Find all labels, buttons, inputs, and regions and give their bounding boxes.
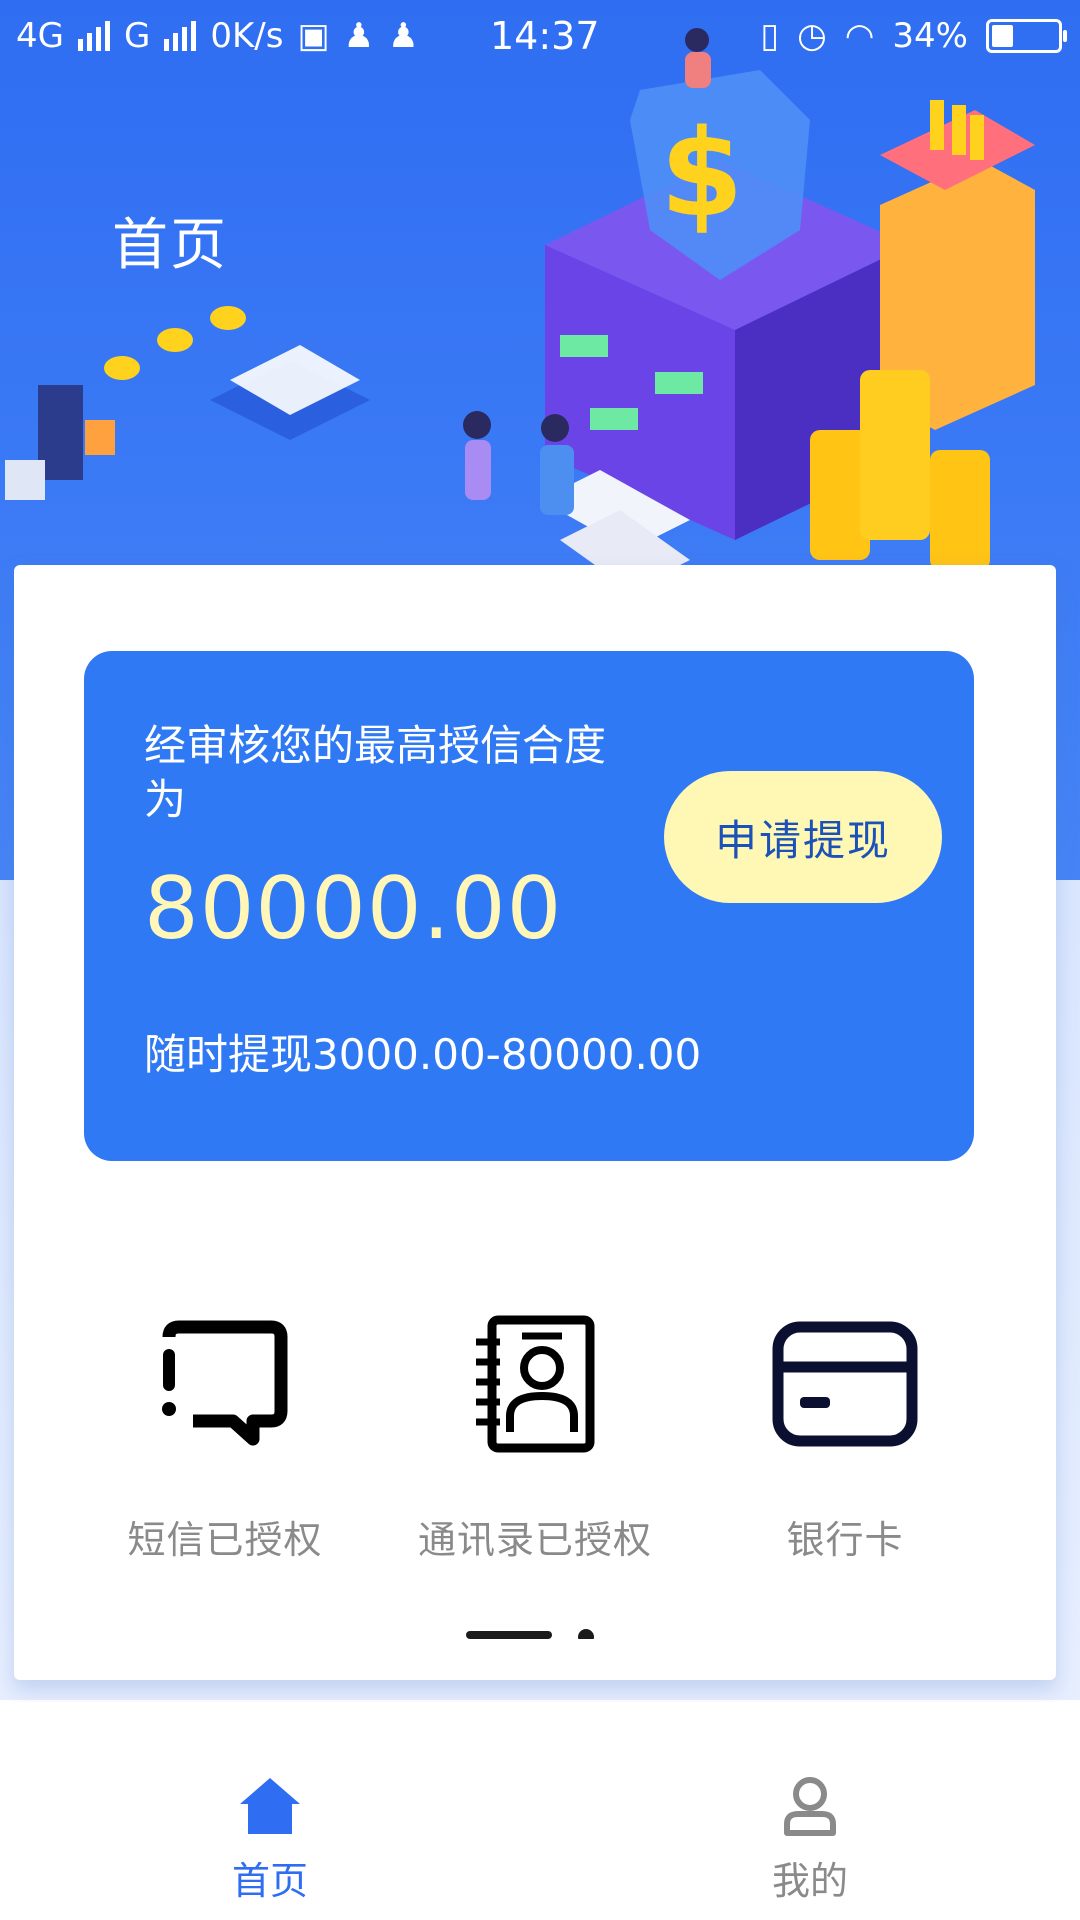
auth-item-contacts[interactable]: 通讯录已授权 [385, 1309, 685, 1599]
qq-icon-2: ♟ [388, 16, 419, 56]
network-type-1: 4G [16, 16, 64, 56]
battery-icon [986, 19, 1067, 53]
nav-home[interactable]: 首页 [170, 1776, 370, 1916]
auth-label-sms: 短信已授权 [127, 1518, 323, 1562]
content-card: 经审核您的最高授信合度为 80000.00 随时提现3000.00-80000.… [14, 565, 1056, 1680]
status-right: ▯ ◷ ◠ 34% [760, 16, 1067, 56]
auth-label-bank-card: 银行卡 [786, 1518, 904, 1562]
authorization-grid: 短信已授权 通讯录已授权 银行卡 [14, 1309, 1056, 1599]
home-icon [240, 1778, 300, 1834]
signal-icon [77, 21, 110, 51]
message-alert-icon [150, 1309, 300, 1459]
contacts-book-icon [460, 1309, 610, 1459]
alarm-icon: ◷ [797, 16, 827, 56]
next-row-icon [466, 1629, 594, 1639]
status-left: 4G G 0K/s ▣ ♟ ♟ [16, 16, 419, 56]
network-speed: 0K/s [210, 16, 284, 56]
user-icon [784, 1777, 836, 1836]
credit-limit-label: 经审核您的最高授信合度为 [144, 721, 607, 824]
status-time: 14:37 [490, 14, 600, 58]
qq-icon: ♟ [343, 16, 375, 56]
wifi-icon: ◠ [844, 16, 875, 56]
nav-mine-label: 我的 [771, 1859, 848, 1903]
auth-item-sms[interactable]: 短信已授权 [75, 1309, 375, 1599]
page-title: 首页 [112, 213, 228, 278]
home-screen: $ 4G G 0K/s ▣ ♟ ♟ 14:37 ▯ ◷ ◠ 34% 首页 经审核… [0, 0, 1080, 1920]
finance-illustration-icon: $ [5, 28, 1035, 590]
app-notification-icon: ▣ [297, 16, 330, 56]
auth-item-bank-card[interactable]: 银行卡 [695, 1309, 995, 1599]
signal-icon-2 [164, 21, 197, 51]
svg-text:$: $ [660, 105, 744, 244]
battery-percent: 34% [892, 16, 968, 56]
credit-limit-amount: 80000.00 [144, 859, 563, 959]
credit-limit-card: 经审核您的最高授信合度为 80000.00 随时提现3000.00-80000.… [84, 651, 974, 1161]
withdraw-range: 随时提现3000.00-80000.00 [144, 1030, 702, 1079]
status-bar: 4G G 0K/s ▣ ♟ ♟ 14:37 ▯ ◷ ◠ 34% [0, 0, 1080, 76]
auth-label-contacts: 通讯录已授权 [417, 1518, 652, 1562]
vibrate-icon: ▯ [760, 16, 780, 56]
bottom-navigation: 首页 我的 [0, 1702, 1080, 1920]
bank-card-icon [770, 1309, 920, 1459]
nav-mine[interactable]: 我的 [710, 1776, 910, 1916]
apply-withdraw-button[interactable]: 申请提现 [664, 771, 942, 903]
network-type-2: G [123, 16, 151, 56]
nav-home-label: 首页 [231, 1859, 308, 1903]
